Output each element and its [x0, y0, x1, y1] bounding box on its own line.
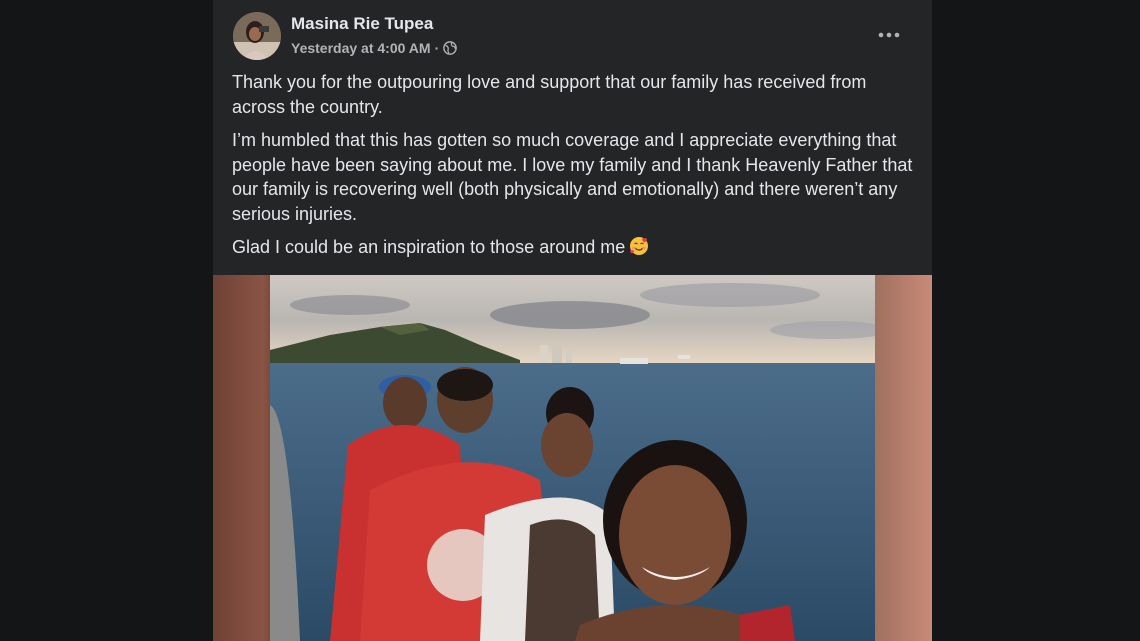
meta-separator: ·	[434, 40, 440, 56]
post-header: Masina Rie Tupea Yesterday at 4:00 AM ·	[213, 0, 932, 70]
globe-icon[interactable]	[443, 41, 458, 55]
post-timestamp[interactable]: Yesterday at 4:00 AM	[291, 40, 431, 56]
post-paragraph: Thank you for the outpouring love and su…	[232, 72, 867, 117]
author-avatar[interactable]	[233, 12, 281, 60]
smiling-face-with-hearts-icon	[629, 236, 649, 256]
facebook-post: Masina Rie Tupea Yesterday at 4:00 AM · …	[213, 0, 932, 641]
family-photo	[270, 275, 875, 641]
author-name[interactable]: Masina Rie Tupea	[291, 14, 433, 34]
post-paragraph-last: Glad I could be an inspiration to those …	[232, 235, 922, 260]
post-photo[interactable]	[213, 275, 932, 641]
post-body: Thank you for the outpouring love and su…	[232, 70, 922, 269]
more-options-icon[interactable]	[869, 20, 909, 50]
post-meta: Yesterday at 4:00 AM ·	[291, 40, 458, 56]
post-paragraph: I’m humbled that this has gotten so much…	[232, 130, 913, 224]
post-paragraph: Glad I could be an inspiration to those …	[232, 237, 626, 257]
